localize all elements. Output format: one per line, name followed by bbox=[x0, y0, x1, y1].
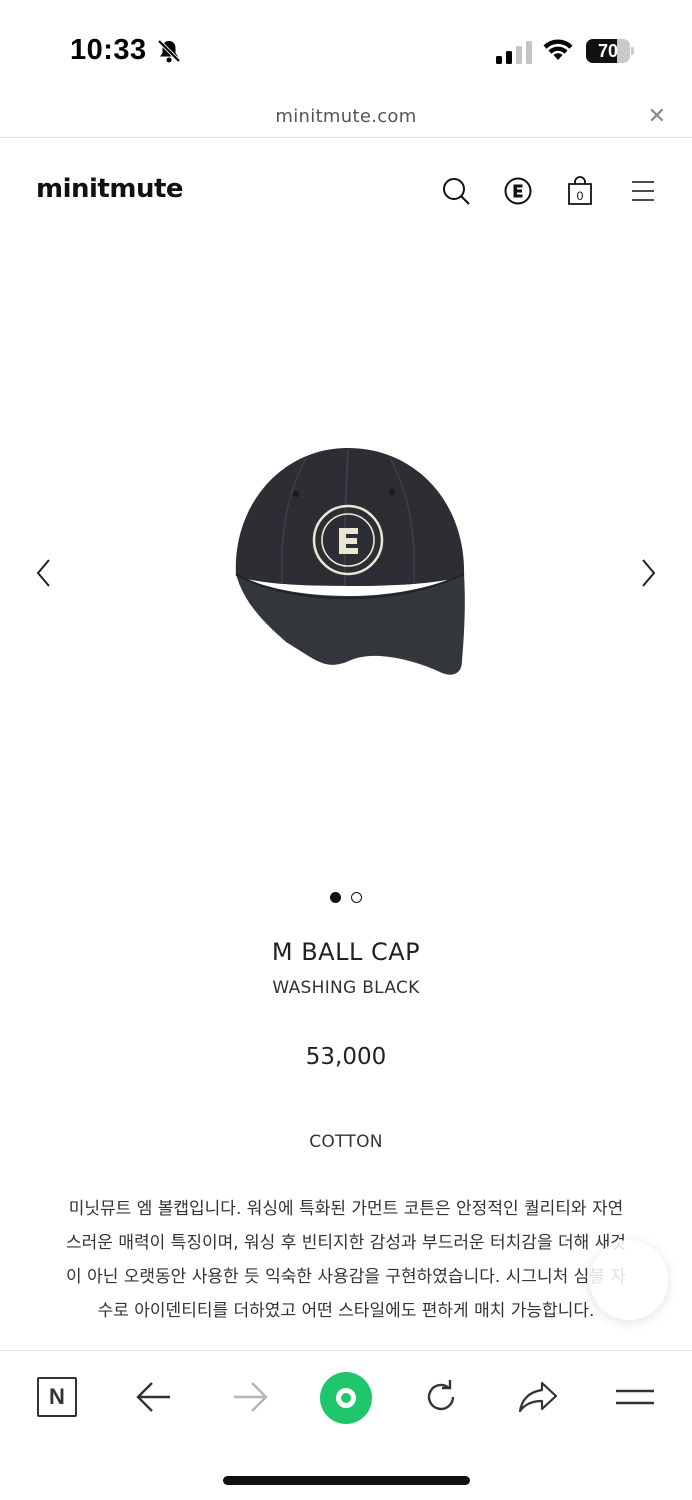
battery-level: 70 bbox=[597, 41, 619, 61]
product-image[interactable] bbox=[226, 446, 470, 684]
product-image-carousel[interactable] bbox=[0, 248, 692, 868]
cellular-signal-icon bbox=[496, 41, 532, 64]
share-icon[interactable] bbox=[516, 1377, 560, 1417]
brand-e-icon[interactable] bbox=[503, 176, 533, 206]
home-indicator[interactable] bbox=[223, 1476, 470, 1485]
floating-action-button[interactable] bbox=[590, 1240, 668, 1320]
product-description: 미닛뮤트 엠 볼캡입니다. 워싱에 특화된 가먼트 코튼은 안정적인 퀄리티와 … bbox=[66, 1199, 626, 1321]
product-material: COTTON bbox=[309, 1132, 383, 1152]
status-time: 10:33 bbox=[70, 34, 147, 66]
chevron-left-icon[interactable] bbox=[34, 556, 54, 590]
bell-muted-icon bbox=[157, 39, 181, 63]
status-bar: 10:33 70 bbox=[0, 0, 692, 98]
battery-body: 70 bbox=[586, 39, 630, 63]
site-header: minitmute 0 bbox=[0, 138, 692, 248]
product-color: WASHING BLACK bbox=[272, 978, 420, 998]
wifi-icon bbox=[543, 39, 573, 60]
site-logo[interactable]: minitmute bbox=[36, 174, 184, 204]
chevron-right-icon[interactable] bbox=[638, 556, 658, 590]
menu-icon[interactable] bbox=[613, 1377, 657, 1417]
battery-icon: 70 bbox=[586, 39, 634, 63]
search-icon[interactable] bbox=[441, 176, 471, 206]
carousel-pagination bbox=[0, 887, 692, 903]
shopping-bag-icon[interactable]: 0 bbox=[565, 176, 595, 206]
hamburger-menu-icon[interactable] bbox=[628, 176, 658, 206]
green-dot-icon[interactable] bbox=[320, 1372, 372, 1424]
product-price: 53,000 bbox=[305, 1044, 387, 1070]
naver-n-icon[interactable]: N bbox=[37, 1377, 77, 1417]
green-dot-inner bbox=[336, 1388, 356, 1408]
product-name: M BALL CAP bbox=[271, 938, 421, 966]
battery-cap bbox=[631, 47, 634, 55]
reload-icon[interactable] bbox=[419, 1377, 463, 1417]
cart-count: 0 bbox=[577, 189, 584, 203]
carousel-dot-2[interactable] bbox=[351, 892, 362, 903]
carousel-dot-1[interactable] bbox=[330, 892, 341, 903]
url-bar[interactable]: minitmute.com ✕ bbox=[0, 98, 692, 138]
close-icon[interactable]: ✕ bbox=[648, 106, 666, 128]
url-text[interactable]: minitmute.com bbox=[0, 106, 692, 127]
forward-arrow-icon[interactable] bbox=[228, 1377, 272, 1417]
back-arrow-icon[interactable] bbox=[132, 1377, 176, 1417]
